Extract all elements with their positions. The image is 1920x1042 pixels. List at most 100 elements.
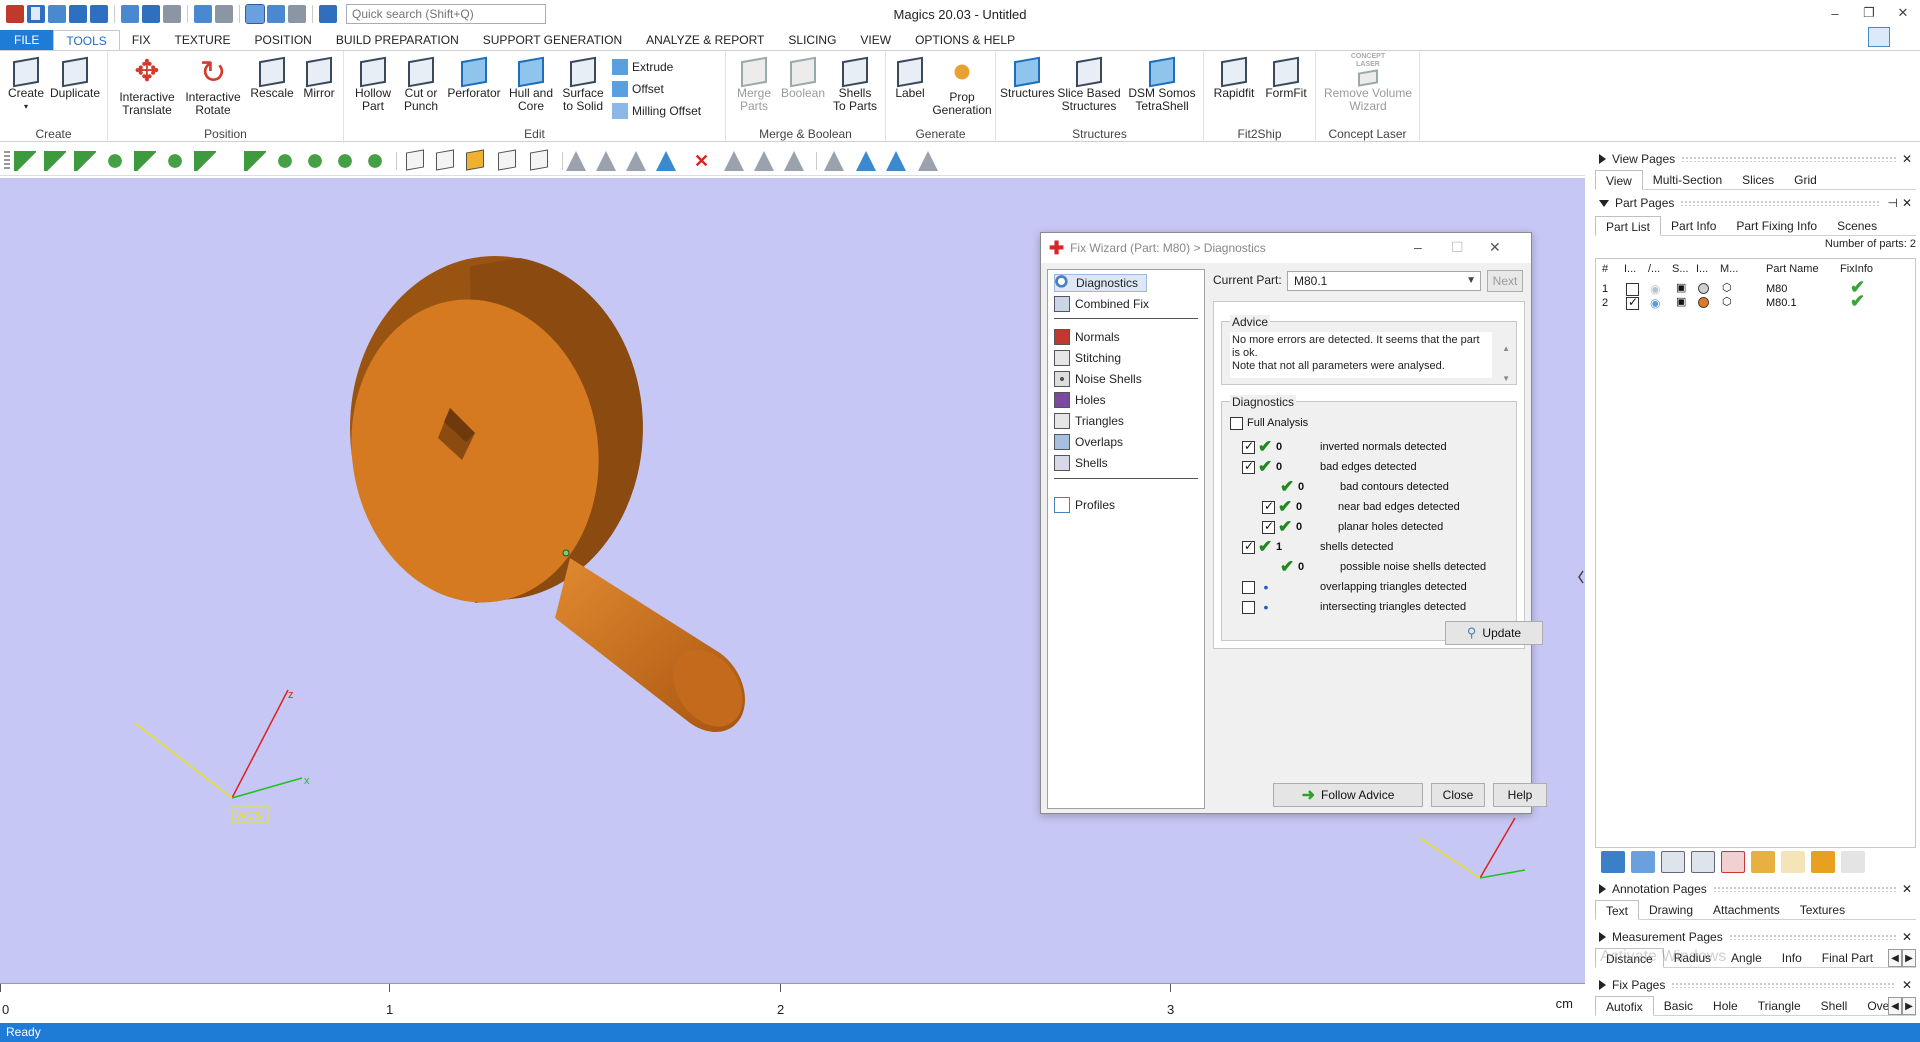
triangle-tool-1-icon[interactable]: [566, 151, 586, 171]
tab-multi-section[interactable]: Multi-Section: [1643, 170, 1732, 189]
tab-view[interactable]: VIEW: [848, 30, 903, 50]
triangle-tool-9-icon[interactable]: [856, 151, 876, 171]
part-pages-header[interactable]: Part Pages ⊣ ✕: [1591, 194, 1920, 212]
triangle-tool-3-icon[interactable]: [626, 151, 646, 171]
intersecting-triangles-checkbox[interactable]: [1242, 600, 1255, 614]
part-box-icon[interactable]: [406, 149, 424, 171]
save-all-icon[interactable]: [90, 5, 108, 23]
measurement-pages-header[interactable]: Measurement Pages ✕: [1591, 928, 1920, 946]
more-part-icon[interactable]: [1841, 851, 1865, 873]
tab-analyze-report[interactable]: ANALYZE & REPORT: [634, 30, 776, 50]
mesh-icon[interactable]: ⬡: [1722, 295, 1732, 308]
annotation-pages-header[interactable]: Annotation Pages ✕: [1591, 880, 1920, 898]
duplicate-button[interactable]: Duplicate: [48, 55, 102, 100]
eye-visible-icon[interactable]: ◉: [1650, 296, 1660, 310]
close-icon[interactable]: ✕: [1902, 196, 1912, 210]
nav-triangles[interactable]: Triangles: [1054, 412, 1124, 430]
zoom-icon[interactable]: [267, 5, 285, 23]
close-icon[interactable]: ✕: [1902, 930, 1912, 944]
col-header-part-name[interactable]: Part Name: [1766, 263, 1819, 275]
mirror-button[interactable]: Mirror: [298, 55, 340, 100]
triangle-tool-11-icon[interactable]: [918, 151, 938, 171]
col-header-fixinfo[interactable]: FixInfo: [1840, 263, 1873, 275]
hollow-part-button[interactable]: Hollow Part: [350, 55, 396, 113]
create-button[interactable]: Create ▾: [6, 55, 46, 113]
nav-diagnostics[interactable]: Diagnostics: [1054, 274, 1148, 292]
mark-multiple-icon[interactable]: [164, 151, 186, 171]
planar-holes-checkbox[interactable]: [1262, 519, 1275, 534]
tab-final-part[interactable]: Final Part: [1812, 948, 1883, 967]
dsm-somos-tetrashell-button[interactable]: DSM Somos TetraShell: [1124, 55, 1200, 113]
mark-contour-icon[interactable]: [134, 151, 156, 171]
close-icon[interactable]: ✕: [1902, 152, 1912, 166]
quick-search-input[interactable]: [346, 4, 546, 24]
triangle-tool-6-icon[interactable]: [754, 151, 774, 171]
wireframe-part-icon[interactable]: [498, 149, 516, 171]
tab-fix[interactable]: FIX: [120, 30, 163, 50]
colored-part-icon[interactable]: [466, 149, 484, 171]
redo-icon[interactable]: [215, 5, 233, 23]
full-analysis-checkbox[interactable]: Full Analysis: [1230, 414, 1308, 432]
remove-volume-wizard-button[interactable]: CONCEPT LASER Remove Volume Wizard: [1320, 53, 1416, 113]
row-2-part-name[interactable]: M80.1: [1766, 297, 1797, 309]
mark-surface-icon[interactable]: [74, 151, 96, 171]
shells-checkbox[interactable]: [1242, 539, 1255, 554]
merge-parts-button[interactable]: Merge Parts: [732, 55, 776, 113]
color-swatch[interactable]: [1698, 283, 1709, 297]
scroll-right-icon[interactable]: ▶: [1902, 997, 1916, 1015]
close-button[interactable]: Close: [1431, 783, 1485, 807]
reload-part-icon[interactable]: [1631, 851, 1655, 873]
tab-text[interactable]: Text: [1595, 900, 1640, 920]
near-bad-edges-checkbox[interactable]: [1262, 499, 1275, 514]
overlapping-triangles-checkbox[interactable]: [1242, 580, 1255, 594]
inverted-normals-checkbox[interactable]: [1242, 439, 1255, 454]
undo-icon[interactable]: [194, 5, 212, 23]
unmark-all-icon[interactable]: [364, 151, 386, 171]
nav-combined-fix[interactable]: Combined Fix: [1054, 295, 1149, 313]
minimize-icon[interactable]: –: [1818, 0, 1852, 26]
close-part-icon[interactable]: [163, 5, 181, 23]
tab-distance[interactable]: Distance: [1595, 948, 1664, 968]
tab-angle[interactable]: Angle: [1721, 948, 1772, 967]
color-part-icon[interactable]: [1751, 851, 1775, 873]
shade-icon[interactable]: ▣: [1676, 281, 1686, 294]
row-1-part-name[interactable]: M80: [1766, 283, 1787, 295]
delete-triangles-icon[interactable]: [694, 151, 716, 171]
transparent-part-icon[interactable]: [530, 149, 548, 171]
tab-file[interactable]: FILE: [0, 30, 54, 50]
advice-scrollbar[interactable]: ▲ ▼: [1502, 334, 1510, 394]
mark-plane-icon[interactable]: [44, 151, 66, 171]
tab-textures[interactable]: Textures: [1790, 900, 1855, 919]
scroll-left-icon[interactable]: ◀: [1888, 949, 1902, 967]
interactive-rotate-button[interactable]: Interactive Rotate: [182, 55, 244, 117]
col-header-visible[interactable]: /...: [1648, 263, 1660, 275]
shells-to-parts-button[interactable]: Shells To Parts: [830, 55, 880, 113]
open-file-icon[interactable]: [48, 5, 66, 23]
mark-curve-icon[interactable]: [194, 151, 216, 171]
scroll-left-icon[interactable]: ◀: [1888, 997, 1902, 1015]
triangle-tool-7-icon[interactable]: [784, 151, 804, 171]
pin-icon[interactable]: ⊣: [1887, 196, 1897, 210]
load-part-icon[interactable]: [1601, 851, 1625, 873]
next-button[interactable]: Next: [1487, 270, 1523, 292]
mark-triangle-icon[interactable]: [14, 151, 36, 171]
interactive-translate-button[interactable]: Interactive Translate: [114, 55, 180, 117]
hull-and-core-button[interactable]: Hull and Core: [506, 55, 556, 113]
tab-texture[interactable]: TEXTURE: [162, 30, 242, 50]
minimize-icon[interactable]: –: [1414, 239, 1422, 255]
triangle-tool-10-icon[interactable]: [886, 151, 906, 171]
cut-or-punch-button[interactable]: Cut or Punch: [398, 55, 444, 113]
label-button[interactable]: Label: [890, 55, 930, 100]
nav-profiles[interactable]: Profiles: [1054, 496, 1115, 514]
triangle-tool-4-icon[interactable]: [656, 151, 676, 171]
nav-stitching[interactable]: Stitching: [1054, 349, 1121, 367]
col-header-shade[interactable]: S...: [1672, 263, 1689, 275]
update-button[interactable]: ⚲ Update: [1445, 621, 1543, 645]
row-2-checkbox[interactable]: [1626, 295, 1639, 313]
offset-button[interactable]: Offset: [612, 81, 664, 97]
tab-info[interactable]: Info: [1772, 948, 1812, 967]
close-icon[interactable]: ✕: [1886, 0, 1920, 26]
tab-part-list[interactable]: Part List: [1595, 216, 1662, 236]
nav-normals[interactable]: Normals: [1054, 328, 1120, 346]
tab-attachments[interactable]: Attachments: [1703, 900, 1790, 919]
